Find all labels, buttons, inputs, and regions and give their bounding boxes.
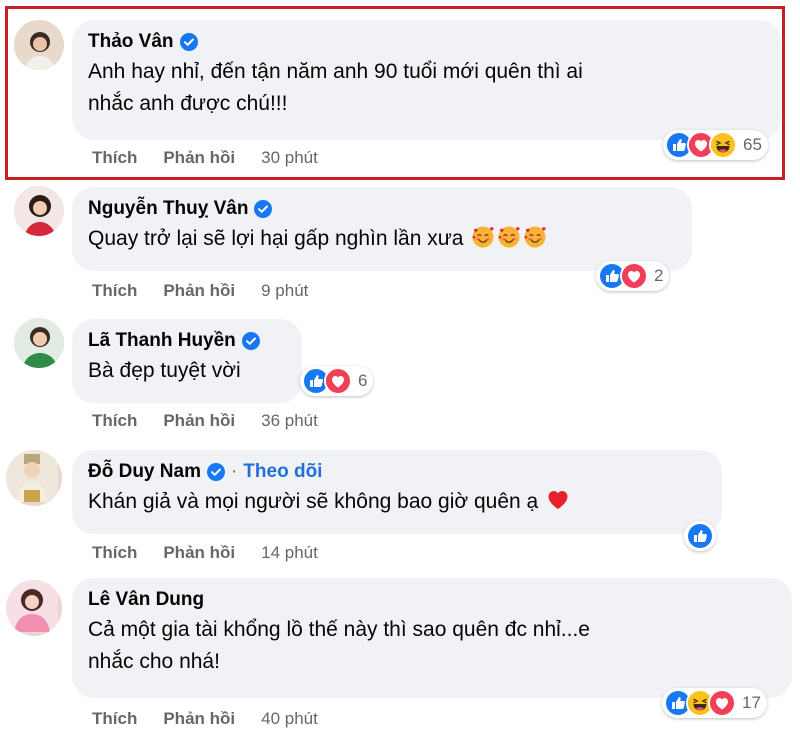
- reply-button[interactable]: Phản hồi: [163, 148, 235, 168]
- separator-dot: ·: [230, 461, 238, 482]
- love-icon: [620, 262, 648, 290]
- comment-timestamp[interactable]: 36 phút: [261, 411, 318, 431]
- reaction-count: 2: [654, 266, 664, 285]
- comment-timestamp[interactable]: 40 phút: [261, 709, 318, 729]
- follow-button[interactable]: Theo dõi: [243, 460, 322, 484]
- love-icon: [708, 689, 736, 717]
- verified-badge-icon: [242, 332, 260, 350]
- reaction-count: 65: [743, 135, 762, 154]
- comment-bubble: Lê Vân Dung Cả một gia tài khổng lồ thế …: [72, 578, 792, 698]
- verified-badge-icon: [254, 200, 272, 218]
- verified-badge-icon: [180, 33, 198, 51]
- love-icon: [324, 367, 352, 395]
- reaction-summary[interactable]: 17: [662, 688, 767, 718]
- author-name[interactable]: Đỗ Duy Nam: [88, 460, 201, 484]
- reply-button[interactable]: Phản hồi: [163, 281, 235, 301]
- comment-text-line: Cả một gia tài khổng lồ thế này thì sao …: [88, 618, 590, 641]
- like-button[interactable]: Thích: [92, 148, 137, 168]
- comment-text-line: Quay trở lại sẽ lợi hại gấp nghìn lần xư…: [88, 227, 464, 250]
- reaction-summary[interactable]: 6: [300, 366, 374, 396]
- comment-text-line: nhắc anh được chú!!!: [88, 92, 288, 115]
- reaction-summary[interactable]: 2: [596, 261, 670, 291]
- like-icon: [686, 522, 714, 550]
- smiling-face-with-hearts-icon: [497, 225, 521, 249]
- comment-timestamp[interactable]: 9 phút: [261, 281, 308, 301]
- comment-text-line: Bà đẹp tuyệt vời: [88, 359, 241, 382]
- verified-badge-icon: [207, 463, 225, 481]
- comment-text: Cả một gia tài khổng lồ thế này thì sao …: [88, 614, 776, 678]
- comment-timestamp[interactable]: 14 phút: [261, 543, 318, 563]
- red-heart-icon: [546, 488, 570, 512]
- like-button[interactable]: Thích: [92, 281, 137, 301]
- reply-button[interactable]: Phản hồi: [163, 411, 235, 431]
- comment-text-line: Khán giả và mọi người sẽ không bao giờ q…: [88, 490, 539, 513]
- like-button[interactable]: Thích: [92, 543, 137, 563]
- haha-icon: [709, 131, 737, 159]
- author-name[interactable]: Nguyễn Thuỵ Vân: [88, 197, 248, 221]
- reaction-count: 17: [742, 693, 761, 712]
- like-button[interactable]: Thích: [92, 411, 137, 431]
- smiling-face-with-hearts-icon: [471, 225, 495, 249]
- comment-text-line: Anh hay nhỉ, đến tận năm anh 90 tuổi mới…: [88, 60, 583, 83]
- avatar[interactable]: [14, 20, 64, 70]
- comment-bubble: Nguyễn Thuỵ Vân Quay trở lại sẽ lợi hại …: [72, 187, 692, 271]
- smiling-face-with-hearts-icon: [523, 225, 547, 249]
- reply-button[interactable]: Phản hồi: [163, 709, 235, 729]
- comment-text-line: nhắc cho nhá!: [88, 650, 220, 673]
- comment-bubble: Lã Thanh Huyền Bà đẹp tuyệt vời: [72, 319, 302, 403]
- avatar[interactable]: [6, 580, 62, 636]
- avatar[interactable]: [14, 186, 64, 236]
- author-name[interactable]: Thảo Vân: [88, 30, 174, 54]
- author-name[interactable]: Lã Thanh Huyền: [88, 329, 236, 353]
- like-button[interactable]: Thích: [92, 709, 137, 729]
- comment-bubble: Đỗ Duy Nam · Theo dõi Khán giả và mọi ng…: [72, 450, 722, 534]
- author-name[interactable]: Lê Vân Dung: [88, 588, 204, 612]
- comment-text: Bà đẹp tuyệt vời: [88, 355, 286, 387]
- avatar[interactable]: [6, 450, 62, 506]
- reaction-count: 6: [358, 371, 368, 390]
- avatar[interactable]: [14, 318, 64, 368]
- reply-button[interactable]: Phản hồi: [163, 543, 235, 563]
- reaction-summary[interactable]: [684, 521, 716, 551]
- reaction-summary[interactable]: 65: [663, 130, 768, 160]
- comment-bubble: Thảo Vân Anh hay nhỉ, đến tận năm anh 90…: [72, 20, 781, 140]
- comment-text: Khán giả và mọi người sẽ không bao giờ q…: [88, 486, 706, 518]
- comment-timestamp[interactable]: 30 phút: [261, 148, 318, 168]
- comment-text: Anh hay nhỉ, đến tận năm anh 90 tuổi mới…: [88, 56, 765, 120]
- comment-text: Quay trở lại sẽ lợi hại gấp nghìn lần xư…: [88, 223, 676, 255]
